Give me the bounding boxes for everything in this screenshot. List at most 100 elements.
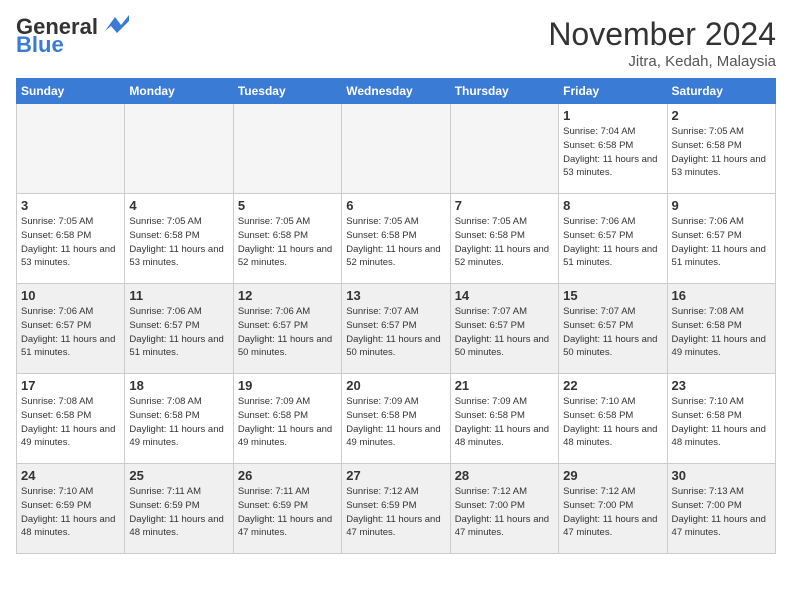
calendar-cell: 9 Sunrise: 7:06 AMSunset: 6:57 PMDaylight… [667,194,775,284]
day-info: Sunrise: 7:06 AMSunset: 6:57 PMDaylight:… [672,215,771,270]
day-number: 2 [672,108,771,123]
calendar-cell: 17 Sunrise: 7:08 AMSunset: 6:58 PMDayligh… [17,374,125,464]
day-info: Sunrise: 7:11 AMSunset: 6:59 PMDaylight:… [238,485,337,540]
day-number: 9 [672,198,771,213]
day-number: 1 [563,108,662,123]
calendar-week-row: 3 Sunrise: 7:05 AMSunset: 6:58 PMDaylight… [17,194,776,284]
header: General Blue November 2024 Jitra, Kedah,… [16,16,776,70]
logo-blue: Blue [16,34,64,56]
calendar-week-row: 1 Sunrise: 7:04 AMSunset: 6:58 PMDaylight… [17,104,776,194]
calendar-cell: 29 Sunrise: 7:12 AMSunset: 7:00 PMDayligh… [559,464,667,554]
day-number: 13 [346,288,445,303]
calendar-table: SundayMondayTuesdayWednesdayThursdayFrid… [16,78,776,554]
calendar-cell: 24Sunrise: 7:10 AMSunset: 6:59 PMDayligh… [17,464,125,554]
day-info: Sunrise: 7:08 AMSunset: 6:58 PMDaylight:… [129,395,228,450]
day-info: Sunrise: 7:12 AMSunset: 7:00 PMDaylight:… [455,485,554,540]
day-number: 4 [129,198,228,213]
calendar-header-row: SundayMondayTuesdayWednesdayThursdayFrid… [17,79,776,104]
day-info: Sunrise: 7:13 AMSunset: 7:00 PMDaylight:… [672,485,771,540]
col-header-friday: Friday [559,79,667,104]
day-number: 23 [672,378,771,393]
day-number: 6 [346,198,445,213]
calendar-cell: 23Sunrise: 7:10 AMSunset: 6:58 PMDayligh… [667,374,775,464]
calendar-cell: 2 Sunrise: 7:05 AMSunset: 6:58 PMDaylight… [667,104,775,194]
calendar-cell: 26 Sunrise: 7:11 AMSunset: 6:59 PMDayligh… [233,464,341,554]
calendar-cell: 21 Sunrise: 7:09 AMSunset: 6:58 PMDayligh… [450,374,558,464]
day-info: Sunrise: 7:07 AMSunset: 6:57 PMDaylight:… [346,305,445,360]
calendar-cell: 3 Sunrise: 7:05 AMSunset: 6:58 PMDaylight… [17,194,125,284]
day-number: 10 [21,288,120,303]
page: General Blue November 2024 Jitra, Kedah,… [0,0,792,570]
day-info: Sunrise: 7:05 AMSunset: 6:58 PMDaylight:… [346,215,445,270]
logo: General Blue [16,16,129,56]
day-info: Sunrise: 7:06 AMSunset: 6:57 PMDaylight:… [129,305,228,360]
day-info: Sunrise: 7:04 AMSunset: 6:58 PMDaylight:… [563,125,662,180]
day-info: Sunrise: 7:05 AMSunset: 6:58 PMDaylight:… [129,215,228,270]
calendar-week-row: 10 Sunrise: 7:06 AMSunset: 6:57 PMDayligh… [17,284,776,374]
day-number: 14 [455,288,554,303]
day-number: 12 [238,288,337,303]
day-info: Sunrise: 7:12 AMSunset: 7:00 PMDaylight:… [563,485,662,540]
calendar-cell [233,104,341,194]
day-info: Sunrise: 7:06 AMSunset: 6:57 PMDaylight:… [238,305,337,360]
calendar-cell: 8 Sunrise: 7:06 AMSunset: 6:57 PMDaylight… [559,194,667,284]
col-header-thursday: Thursday [450,79,558,104]
day-number: 30 [672,468,771,483]
day-info: Sunrise: 7:05 AMSunset: 6:58 PMDaylight:… [21,215,120,270]
calendar-cell: 16Sunrise: 7:08 AMSunset: 6:58 PMDayligh… [667,284,775,374]
day-number: 17 [21,378,120,393]
day-info: Sunrise: 7:07 AMSunset: 6:57 PMDaylight:… [455,305,554,360]
day-info: Sunrise: 7:05 AMSunset: 6:58 PMDaylight:… [672,125,771,180]
day-info: Sunrise: 7:12 AMSunset: 6:59 PMDaylight:… [346,485,445,540]
day-number: 27 [346,468,445,483]
calendar-week-row: 17 Sunrise: 7:08 AMSunset: 6:58 PMDayligh… [17,374,776,464]
calendar-cell: 22 Sunrise: 7:10 AMSunset: 6:58 PMDayligh… [559,374,667,464]
calendar-cell: 30 Sunrise: 7:13 AMSunset: 7:00 PMDayligh… [667,464,775,554]
title-block: November 2024 Jitra, Kedah, Malaysia [548,16,776,70]
day-info: Sunrise: 7:08 AMSunset: 6:58 PMDaylight:… [21,395,120,450]
day-info: Sunrise: 7:09 AMSunset: 6:58 PMDaylight:… [455,395,554,450]
day-number: 8 [563,198,662,213]
day-info: Sunrise: 7:06 AMSunset: 6:57 PMDaylight:… [21,305,120,360]
day-info: Sunrise: 7:11 AMSunset: 6:59 PMDaylight:… [129,485,228,540]
day-info: Sunrise: 7:06 AMSunset: 6:57 PMDaylight:… [563,215,662,270]
day-number: 19 [238,378,337,393]
day-number: 21 [455,378,554,393]
col-header-tuesday: Tuesday [233,79,341,104]
calendar-cell [125,104,233,194]
calendar-cell: 6 Sunrise: 7:05 AMSunset: 6:58 PMDaylight… [342,194,450,284]
logo-bird-icon [101,13,129,37]
day-number: 11 [129,288,228,303]
day-number: 22 [563,378,662,393]
day-info: Sunrise: 7:10 AMSunset: 6:58 PMDaylight:… [563,395,662,450]
day-number: 16 [672,288,771,303]
calendar-cell: 27 Sunrise: 7:12 AMSunset: 6:59 PMDayligh… [342,464,450,554]
day-number: 28 [455,468,554,483]
calendar-cell [342,104,450,194]
calendar-cell: 18 Sunrise: 7:08 AMSunset: 6:58 PMDayligh… [125,374,233,464]
day-number: 26 [238,468,337,483]
day-info: Sunrise: 7:09 AMSunset: 6:58 PMDaylight:… [238,395,337,450]
calendar-cell [17,104,125,194]
day-info: Sunrise: 7:10 AMSunset: 6:59 PMDaylight:… [21,485,120,540]
day-info: Sunrise: 7:07 AMSunset: 6:57 PMDaylight:… [563,305,662,360]
calendar-cell: 13 Sunrise: 7:07 AMSunset: 6:57 PMDayligh… [342,284,450,374]
day-number: 3 [21,198,120,213]
calendar-cell: 28 Sunrise: 7:12 AMSunset: 7:00 PMDayligh… [450,464,558,554]
day-number: 18 [129,378,228,393]
calendar-cell: 10 Sunrise: 7:06 AMSunset: 6:57 PMDayligh… [17,284,125,374]
day-number: 5 [238,198,337,213]
col-header-saturday: Saturday [667,79,775,104]
day-number: 15 [563,288,662,303]
calendar-cell [450,104,558,194]
location: Jitra, Kedah, Malaysia [548,53,776,70]
calendar-cell: 7 Sunrise: 7:05 AMSunset: 6:58 PMDaylight… [450,194,558,284]
day-info: Sunrise: 7:05 AMSunset: 6:58 PMDaylight:… [455,215,554,270]
day-number: 29 [563,468,662,483]
day-number: 7 [455,198,554,213]
month-title: November 2024 [548,16,776,53]
day-info: Sunrise: 7:09 AMSunset: 6:58 PMDaylight:… [346,395,445,450]
calendar-cell: 14 Sunrise: 7:07 AMSunset: 6:57 PMDayligh… [450,284,558,374]
calendar-cell: 25Sunrise: 7:11 AMSunset: 6:59 PMDayligh… [125,464,233,554]
calendar-cell: 4 Sunrise: 7:05 AMSunset: 6:58 PMDaylight… [125,194,233,284]
